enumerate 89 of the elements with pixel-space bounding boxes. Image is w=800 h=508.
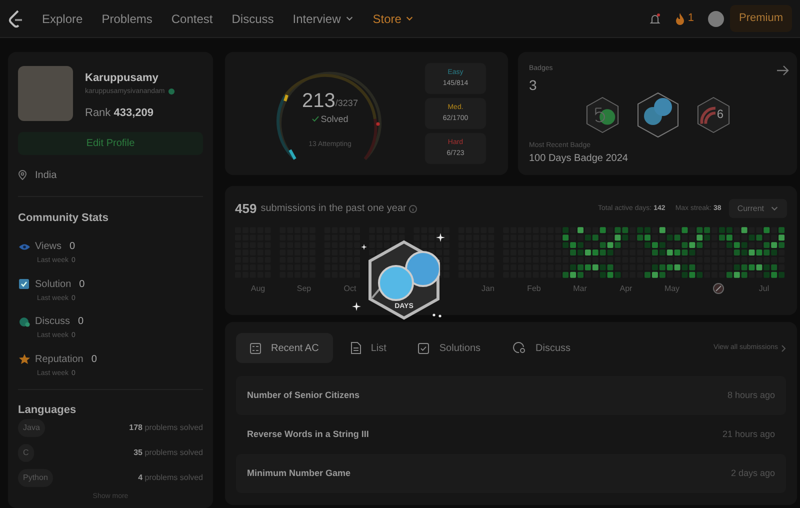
logo-icon[interactable] — [8, 10, 24, 28]
submission-count: 459 — [235, 200, 257, 218]
checkbox-icon — [19, 279, 29, 289]
month-label: Sep — [296, 282, 312, 294]
month-label: Jan — [480, 282, 496, 294]
month-label: May — [663, 282, 681, 294]
user-name: Karuppusamy — [85, 71, 160, 86]
language-tag: Java — [18, 418, 45, 436]
arrow-right-icon[interactable] — [777, 65, 789, 76]
rank-label: Rank — [85, 107, 111, 119]
problem-title: Reverse Words in a String III — [247, 428, 369, 441]
photo-placeholder — [18, 66, 73, 121]
star-icon — [18, 354, 30, 364]
submission-time: 2 days ago — [730, 466, 775, 480]
tab[interactable]: List — [336, 333, 400, 363]
month-label: Apr — [618, 282, 634, 294]
stat-value: 0 — [78, 315, 84, 329]
period-dropdown[interactable]: Current — [729, 199, 787, 218]
document-icon — [350, 342, 361, 354]
language-count: 35 problems solved — [134, 446, 203, 458]
month-label: Jul — [758, 282, 770, 294]
chat-bubbles-icon — [18, 316, 30, 326]
checklist-icon — [250, 342, 261, 354]
solved-label: Solved — [320, 112, 348, 126]
nav-link[interactable]: Explore — [42, 10, 83, 28]
recent-badge-name: 100 Days Badge 2024 — [529, 152, 629, 166]
tab[interactable]: Recent AC — [236, 333, 333, 363]
edit-profile-button[interactable]: Edit Profile — [18, 132, 203, 154]
stat-value: 0 — [79, 278, 85, 292]
section-title: Languages — [18, 403, 78, 418]
stat-label: Discuss — [35, 315, 70, 329]
sparkle-icon — [352, 302, 361, 311]
submission-row[interactable]: Reverse Words in a String III 21 hours ago — [236, 415, 786, 454]
bell-icon[interactable] — [648, 12, 661, 24]
month-label: Aug — [250, 282, 266, 294]
check-icon — [312, 116, 319, 122]
stat-label: Solution — [35, 278, 72, 292]
month-label: Feb — [526, 282, 542, 294]
solved-total: /3237 — [335, 97, 358, 110]
submission-caption: submissions in the past one year — [260, 202, 406, 216]
info-icon — [409, 204, 418, 213]
nav-link[interactable]: Contest — [171, 10, 213, 28]
chat-search-icon — [512, 342, 526, 354]
language-count: 4 problems solved — [138, 472, 203, 484]
tab[interactable]: Discuss — [498, 333, 585, 363]
badge-icon: 6 — [696, 96, 730, 134]
submission-time: 21 hours ago — [722, 428, 775, 441]
submission-row[interactable]: Minimum Number Game 2 days ago — [236, 454, 786, 493]
sparkle-icon — [361, 244, 367, 250]
section-title: Community Stats — [18, 210, 110, 226]
badges-count: 3 — [529, 76, 537, 94]
location-text: India — [35, 168, 57, 182]
stat-label: Views — [35, 240, 62, 254]
chevron-right-icon — [781, 344, 786, 352]
rank-value: 433,209 — [114, 107, 154, 119]
language-tag: Python — [18, 468, 53, 486]
eye-icon — [18, 242, 30, 250]
chevron-down-icon — [770, 204, 779, 214]
submission-time: 8 hours ago — [727, 388, 775, 402]
badge-icon — [584, 96, 620, 134]
premium-button[interactable]: Premium — [730, 5, 792, 32]
streak-count: 1 — [688, 11, 694, 26]
badge-icon — [636, 92, 680, 138]
flame-icon — [674, 12, 685, 24]
location-pin-icon — [18, 170, 27, 180]
problem-title: Minimum Number Game — [247, 466, 351, 480]
problem-title: Number of Senior Citizens — [247, 388, 360, 402]
globe-icon — [168, 88, 175, 96]
solved-count: 213 — [302, 90, 336, 110]
language-count: 178 problems solved — [129, 422, 203, 434]
avatar-icon[interactable] — [708, 10, 724, 26]
nav-link[interactable]: Discuss — [232, 10, 274, 28]
stat-label: Reputation — [35, 352, 84, 366]
tab[interactable]: Solutions — [404, 333, 495, 363]
month-label: Oct — [342, 282, 358, 294]
sparkle-icon — [432, 313, 442, 318]
nav-link[interactable]: Problems — [102, 10, 152, 28]
badge-icon — [712, 282, 724, 294]
sparkle-icon — [436, 233, 445, 242]
nav-link[interactable]: Interview — [292, 10, 354, 28]
nav-link[interactable]: Store — [372, 10, 414, 28]
stat-value: 0 — [91, 352, 97, 366]
chevron-down-icon — [405, 14, 414, 23]
submission-row[interactable]: Number of Senior Citizens 8 hours ago — [236, 376, 786, 415]
language-tag: C — [18, 444, 34, 462]
stat-value: 0 — [70, 240, 76, 254]
chevron-down-icon — [344, 14, 354, 23]
month-label: Mar — [572, 282, 588, 294]
checkbox-icon — [418, 342, 430, 354]
